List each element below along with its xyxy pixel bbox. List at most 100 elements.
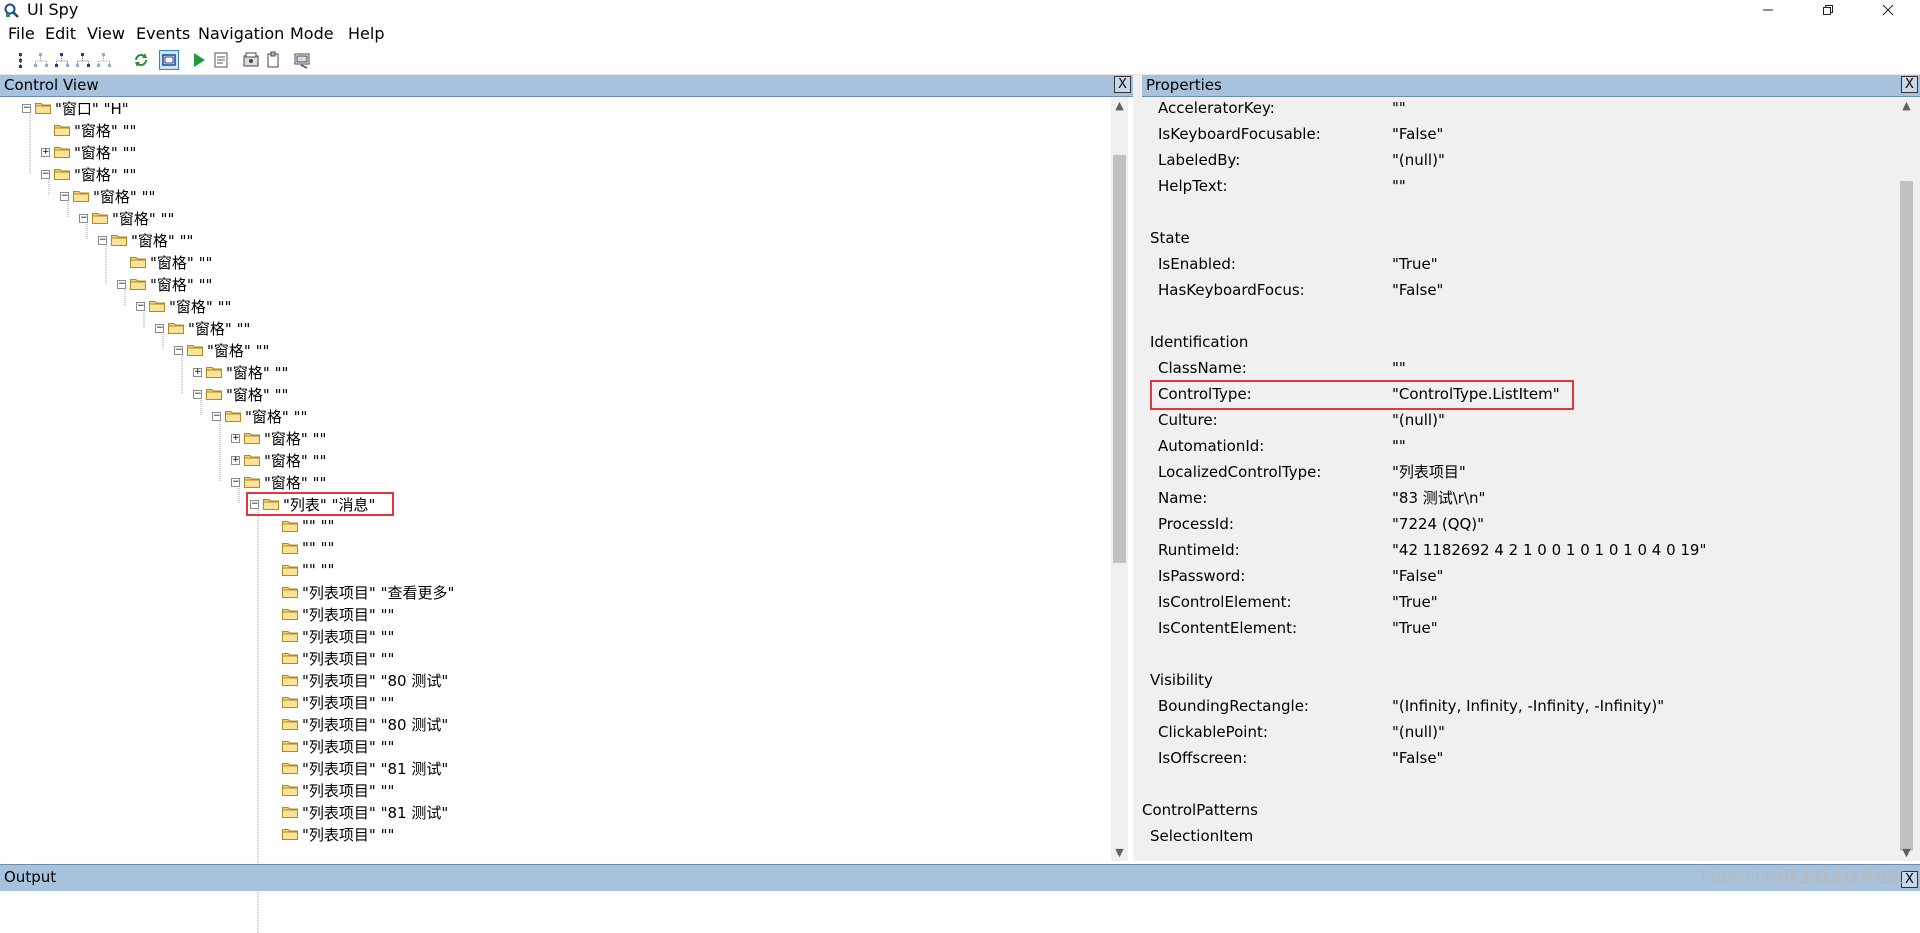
clipboard-icon[interactable] <box>264 51 282 69</box>
menu-help[interactable]: Help <box>348 24 384 44</box>
tree-node[interactable]: "窗格" "" <box>41 119 136 141</box>
collapse-icon[interactable]: − <box>193 389 202 399</box>
expand-icon[interactable]: + <box>231 433 240 443</box>
tree-next-sibling-icon[interactable] <box>74 51 92 69</box>
menu-events[interactable]: Events <box>136 24 190 44</box>
property-value[interactable]: "(null)" <box>1392 149 1445 171</box>
minimize-button[interactable] <box>1745 0 1791 20</box>
property-value[interactable]: "7224 (QQ)" <box>1392 513 1484 535</box>
tree-node[interactable]: "列表项目" "查看更多" <box>269 581 454 603</box>
menu-navigation[interactable]: Navigation <box>198 24 284 44</box>
scroll-up-arrow-icon[interactable]: ▲ <box>1898 99 1915 112</box>
property-value[interactable]: "" <box>1392 357 1406 379</box>
tree-node[interactable]: "列表项目" "" <box>269 603 394 625</box>
properties-scrollbar[interactable]: ▲ ▼ <box>1898 97 1915 861</box>
menu-mode[interactable]: Mode <box>290 24 334 44</box>
property-value[interactable]: "(null)" <box>1392 409 1445 431</box>
menu-edit[interactable]: Edit <box>45 24 76 44</box>
expand-icon[interactable]: + <box>193 367 202 377</box>
play-icon[interactable] <box>190 51 208 69</box>
tree-node[interactable]: − "窗格" "" <box>98 229 193 251</box>
tree-node[interactable]: + "窗格" "" <box>231 449 326 471</box>
tree-node[interactable]: − "窗格" "" <box>136 295 231 317</box>
tree-node[interactable]: − "窗格" "" <box>212 405 307 427</box>
control-view-close-button[interactable]: X <box>1114 76 1131 93</box>
expand-icon[interactable]: + <box>231 455 240 465</box>
tree-node[interactable]: "" "" <box>269 537 334 559</box>
collapse-icon[interactable]: − <box>174 345 183 355</box>
property-value[interactable]: "False" <box>1392 279 1443 301</box>
tree-node[interactable]: "列表项目" "81 测试" <box>269 801 448 823</box>
property-value[interactable]: "" <box>1392 97 1406 119</box>
property-value[interactable]: "True" <box>1392 617 1438 639</box>
tree-node[interactable]: − "窗格" "" <box>193 383 288 405</box>
scroll-down-arrow-icon[interactable]: ▼ <box>1111 846 1128 859</box>
property-value[interactable]: "" <box>1392 175 1406 197</box>
report-icon[interactable] <box>212 51 230 69</box>
panel-splitter[interactable] <box>1133 75 1142 861</box>
tree-node[interactable]: "列表项目" "" <box>269 625 394 647</box>
property-value[interactable]: "False" <box>1392 565 1443 587</box>
scroll-thumb[interactable] <box>1900 181 1913 851</box>
record-icon[interactable] <box>242 51 260 69</box>
tree-node[interactable]: "" "" <box>269 559 334 581</box>
tree-node[interactable]: + "窗格" "" <box>193 361 288 383</box>
close-window-button[interactable] <box>1865 0 1911 20</box>
collapse-icon[interactable]: − <box>212 411 221 421</box>
tree-node[interactable]: "列表项目" "80 测试" <box>269 669 448 691</box>
refresh-icon[interactable] <box>132 51 150 69</box>
focus-tracking-icon[interactable] <box>159 50 179 70</box>
tree-node[interactable]: "窗格" "" <box>117 251 212 273</box>
property-value[interactable]: "True" <box>1392 253 1438 275</box>
tree-node[interactable]: − "窗格" "" <box>231 471 326 493</box>
tree-first-child-icon[interactable] <box>53 51 71 69</box>
property-value[interactable]: "列表项目" <box>1392 461 1466 483</box>
tree-node[interactable]: − "窗口" "H" <box>22 97 129 119</box>
tree-node[interactable]: + "窗格" "" <box>231 427 326 449</box>
tree-node[interactable]: "列表项目" "" <box>269 823 394 845</box>
tree-node[interactable]: "列表项目" "" <box>269 691 394 713</box>
scroll-down-arrow-icon[interactable]: ▼ <box>1898 846 1915 859</box>
property-value[interactable]: "" <box>1392 435 1406 457</box>
property-value[interactable]: "(null)" <box>1392 721 1445 743</box>
scroll-up-arrow-icon[interactable]: ▲ <box>1111 99 1128 112</box>
tree-node[interactable]: + "窗格" "" <box>41 141 136 163</box>
scroll-thumb[interactable] <box>1113 155 1126 563</box>
menu-view[interactable]: View <box>87 24 125 44</box>
property-value[interactable]: "83 测试\r\n" <box>1392 487 1485 509</box>
tree-node[interactable]: − "窗格" "" <box>79 207 174 229</box>
property-value[interactable]: "False" <box>1392 123 1443 145</box>
collapse-icon[interactable]: − <box>60 191 69 201</box>
expand-icon[interactable]: + <box>41 147 50 157</box>
tree-node[interactable]: "列表项目" "" <box>269 647 394 669</box>
property-value[interactable]: "True" <box>1392 591 1438 613</box>
property-value[interactable]: "(Infinity, Infinity, -Infinity, -Infini… <box>1392 695 1664 717</box>
tree-node[interactable]: − "窗格" "" <box>174 339 269 361</box>
tree-node[interactable]: − "窗格" "" <box>117 273 212 295</box>
menu-file[interactable]: File <box>8 24 35 44</box>
highlight-icon[interactable] <box>293 51 311 69</box>
property-value[interactable]: "42 1182692 4 2 1 0 0 1 0 1 0 1 0 4 0 19… <box>1392 539 1706 561</box>
tree-parent-icon[interactable] <box>32 51 50 69</box>
collapse-icon[interactable]: − <box>79 213 88 223</box>
collapse-icon[interactable]: − <box>41 169 50 179</box>
properties-close-button[interactable]: X <box>1901 76 1918 93</box>
tree-nav-icon[interactable] <box>11 51 29 69</box>
collapse-icon[interactable]: − <box>155 323 164 333</box>
collapse-icon[interactable]: − <box>22 103 31 113</box>
tree-node[interactable]: − "窗格" "" <box>41 163 136 185</box>
tree-node[interactable]: "列表项目" "" <box>269 735 394 757</box>
control-view-scrollbar[interactable]: ▲ ▼ <box>1111 97 1128 861</box>
tree-node[interactable]: "列表项目" "" <box>269 779 394 801</box>
property-value[interactable]: "False" <box>1392 747 1443 769</box>
tree-node[interactable]: − "窗格" "" <box>155 317 250 339</box>
collapse-icon[interactable]: − <box>98 235 107 245</box>
tree-node[interactable]: "列表项目" "80 测试" <box>269 713 448 735</box>
tree-node[interactable]: − "窗格" "" <box>60 185 155 207</box>
restore-button[interactable] <box>1805 0 1851 20</box>
collapse-icon[interactable]: − <box>117 279 126 289</box>
collapse-icon[interactable]: − <box>136 301 145 311</box>
tree-node[interactable]: "" "" <box>269 515 334 537</box>
tree-node[interactable]: "列表项目" "81 测试" <box>269 757 448 779</box>
collapse-icon[interactable]: − <box>231 477 240 487</box>
